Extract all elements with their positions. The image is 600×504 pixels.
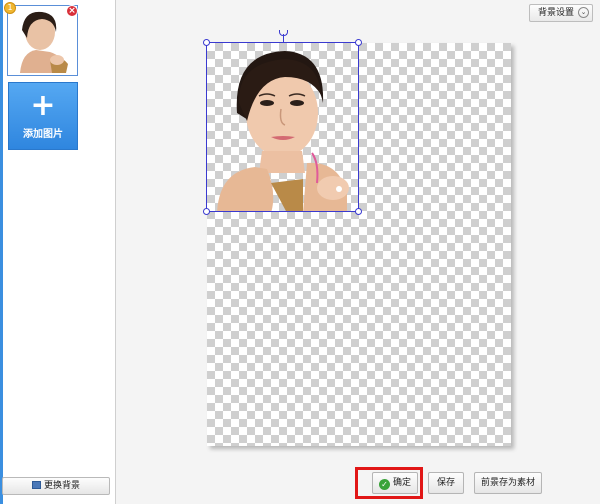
resize-handle-top-left[interactable]: [203, 39, 210, 46]
change-background-label: 更换背景: [43, 481, 80, 491]
background-settings-button[interactable]: 背景设置 ⌄: [529, 4, 593, 22]
save-label: 保存: [436, 478, 455, 488]
add-image-button[interactable]: + 添加图片: [8, 82, 78, 150]
change-background-button[interactable]: 更换背景: [2, 477, 110, 495]
confirm-highlight-box: [355, 467, 423, 499]
portrait-photo: [217, 51, 349, 211]
remove-image-icon[interactable]: ×: [66, 5, 78, 17]
thumbnail-badge: 1: [4, 2, 16, 14]
background-settings-label: 背景设置: [538, 8, 575, 18]
image-thumbnail[interactable]: 1 ×: [4, 2, 78, 76]
left-accent-bar: [0, 0, 3, 504]
save-foreground-label: 前景存为素材: [480, 478, 535, 488]
save-button[interactable]: 保存: [428, 472, 464, 494]
add-image-label: 添加图片: [23, 129, 63, 140]
left-sidebar: 1 × + 添加图片 更换背景: [0, 0, 116, 504]
chevron-down-icon: ⌄: [578, 7, 589, 18]
plus-icon: +: [30, 88, 56, 123]
resize-handle-top-right[interactable]: [355, 39, 362, 46]
photo-content: [207, 43, 358, 211]
photo-thumbnail-image: [10, 8, 75, 73]
save-foreground-as-material-button[interactable]: 前景存为素材: [474, 472, 542, 494]
selected-photo-layer[interactable]: [203, 30, 362, 215]
resize-handle-bottom-left[interactable]: [203, 208, 210, 215]
resize-handle-bottom-right[interactable]: [355, 208, 362, 215]
background-icon: [31, 481, 41, 489]
